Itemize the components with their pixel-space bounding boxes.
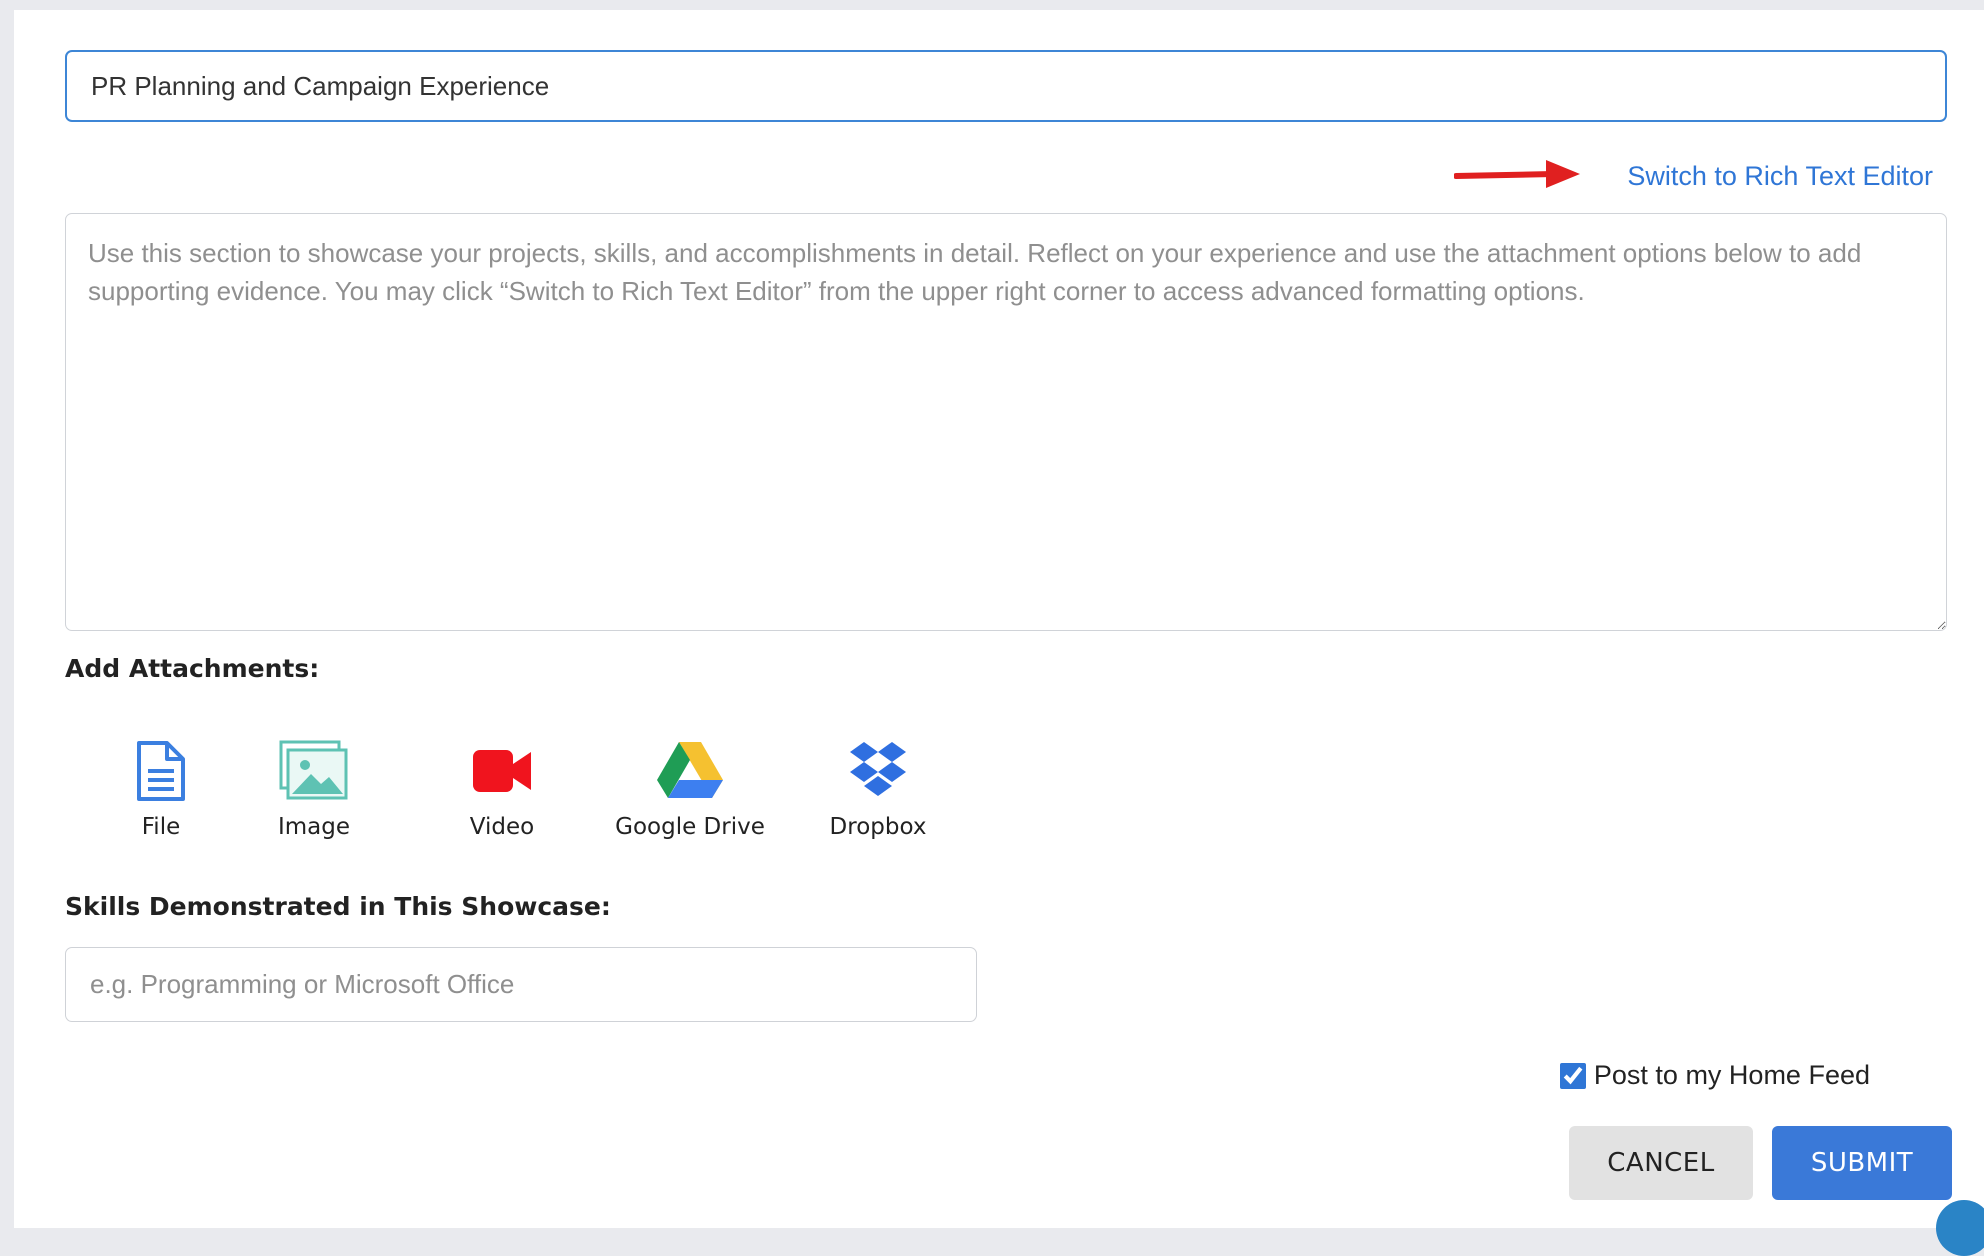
showcase-title-input[interactable] bbox=[65, 50, 1947, 122]
google-drive-icon bbox=[657, 742, 723, 798]
attachments-heading: Add Attachments: bbox=[65, 654, 320, 683]
attachment-label: Dropbox bbox=[829, 814, 927, 840]
post-to-feed-label: Post to my Home Feed bbox=[1593, 1060, 1870, 1090]
post-to-feed-option[interactable]: Post to my Home Feed bbox=[1559, 1060, 1870, 1091]
help-widget-button[interactable] bbox=[1936, 1200, 1984, 1256]
attachment-options: File Image Video Google Drive Dropbox bbox=[102, 740, 972, 840]
red-arrow-annotation-icon bbox=[1454, 160, 1580, 188]
dropbox-icon bbox=[850, 742, 906, 796]
attach-google-drive-button[interactable]: Google Drive bbox=[596, 740, 784, 840]
submit-button[interactable]: SUBMIT bbox=[1772, 1126, 1952, 1200]
skills-input[interactable] bbox=[65, 947, 977, 1022]
switch-to-rich-text-editor-link[interactable]: Switch to Rich Text Editor bbox=[1627, 161, 1933, 192]
attach-file-button[interactable]: File bbox=[102, 740, 220, 840]
attach-image-button[interactable]: Image bbox=[220, 740, 408, 840]
showcase-description-textarea[interactable] bbox=[65, 213, 1947, 631]
attachment-label: Image bbox=[277, 814, 351, 840]
attachment-label: Google Drive bbox=[615, 814, 765, 840]
file-icon bbox=[137, 741, 185, 801]
image-icon bbox=[279, 740, 348, 800]
attachment-label: Video bbox=[469, 814, 535, 840]
skills-heading: Skills Demonstrated in This Showcase: bbox=[65, 892, 611, 921]
showcase-form-panel: Switch to Rich Text Editor Add Attachmen… bbox=[14, 10, 1984, 1256]
attach-dropbox-button[interactable]: Dropbox bbox=[784, 740, 972, 840]
video-icon bbox=[473, 750, 531, 792]
post-to-feed-checkbox[interactable] bbox=[1559, 1062, 1586, 1089]
attachment-label: File bbox=[141, 814, 181, 840]
attach-video-button[interactable]: Video bbox=[408, 740, 596, 840]
switch-editor-row: Switch to Rich Text Editor bbox=[1627, 156, 1933, 196]
cancel-button[interactable]: CANCEL bbox=[1569, 1126, 1753, 1200]
